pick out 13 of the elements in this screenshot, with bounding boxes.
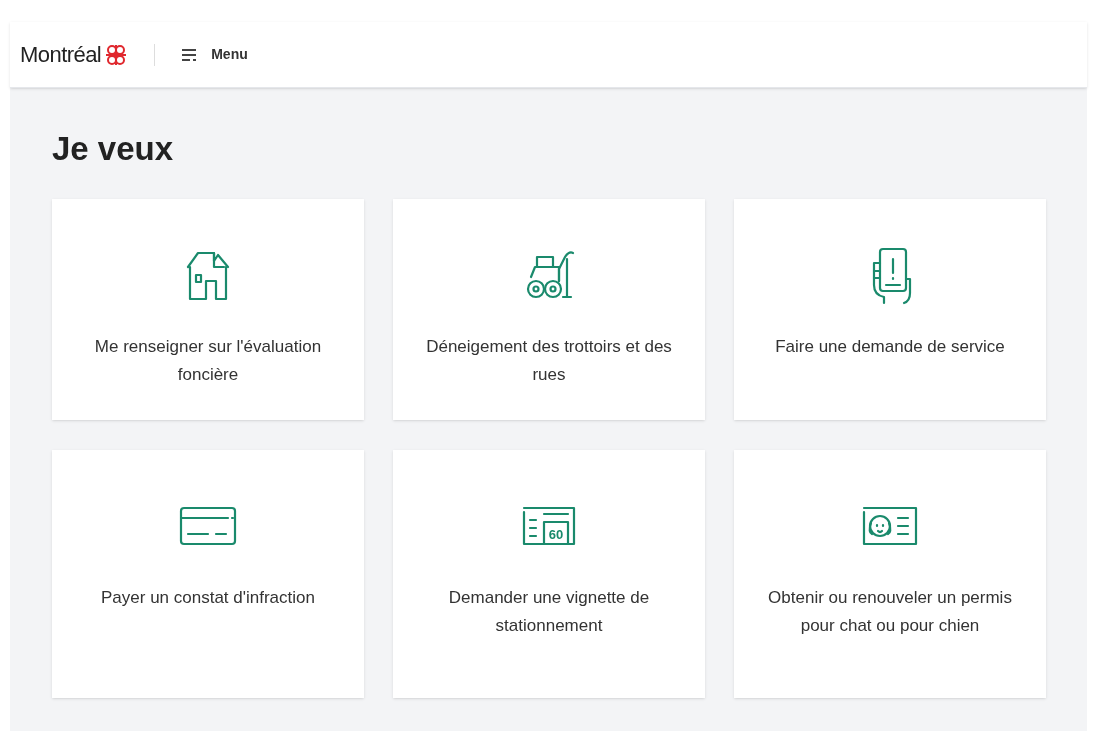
service-card[interactable]: Payer un constat d'infraction bbox=[52, 450, 364, 698]
flower-logo-icon bbox=[104, 42, 129, 67]
menu-icon bbox=[181, 48, 198, 61]
page-heading: Je veux bbox=[52, 132, 175, 165]
service-card[interactable]: Faire une demande de service bbox=[734, 199, 1046, 420]
service-card[interactable]: Obtenir ou renouveler un permis pour chat ou pour chien bbox=[734, 450, 1046, 698]
pet-id-card-icon bbox=[860, 504, 920, 548]
credit-card-icon bbox=[178, 504, 238, 548]
service-card[interactable]: Me renseigner sur l'évaluation foncière bbox=[52, 199, 364, 420]
logo-text: Montréal bbox=[20, 41, 102, 69]
service-card[interactable]: Déneigement des trottoirs et des rues bbox=[393, 199, 705, 420]
service-card[interactable]: 60 Demander une vignette de stationnement bbox=[393, 450, 705, 698]
menu-button[interactable]: Menu bbox=[181, 44, 248, 65]
